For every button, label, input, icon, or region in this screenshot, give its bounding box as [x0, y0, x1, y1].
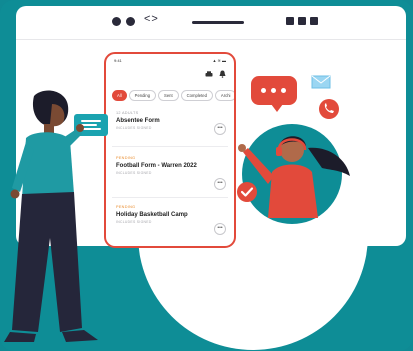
form-card[interactable]: 12 ADULTS Absentee Form INCLUDES SIGNED … — [116, 111, 228, 135]
card-tag: PENDING — [116, 205, 136, 209]
tab-all[interactable]: All — [112, 90, 127, 102]
toolbar-divider — [16, 39, 406, 40]
check-icon — [237, 182, 257, 202]
form-card[interactable]: PENDING Holiday Basketball Camp INCLUDES… — [116, 205, 228, 235]
woman-illustration — [4, 90, 98, 342]
status-time: 9:41 — [114, 58, 122, 63]
card-subtitle: INCLUDES SIGNED — [116, 171, 152, 175]
bubble-dot — [281, 88, 286, 93]
tab-sent[interactable]: Sent — [158, 90, 179, 102]
more-options-icon[interactable]: ••• — [214, 223, 226, 235]
filter-tabs: All Pending Sent Completed Archi — [112, 87, 234, 102]
card-subtitle: INCLUDES SIGNED — [116, 126, 152, 130]
card-divider — [112, 197, 228, 198]
phone-icon — [319, 99, 339, 119]
card-tag: PENDING — [116, 156, 136, 160]
chat-bubble-red — [251, 76, 297, 112]
tab-completed[interactable]: Completed — [180, 90, 213, 102]
more-options-icon[interactable]: ••• — [214, 178, 226, 190]
card-subtitle: INCLUDES SIGNED — [116, 220, 152, 224]
phone-header-icons — [205, 70, 226, 80]
window-dot-2 — [126, 17, 135, 26]
printer-icon[interactable] — [205, 71, 213, 78]
card-title: Absentee Form — [116, 118, 160, 124]
card-tag: 12 ADULTS — [116, 111, 139, 115]
headset-icon — [276, 147, 282, 156]
card-divider — [112, 146, 228, 147]
url-bar — [192, 21, 244, 24]
toolbar-square-1 — [286, 17, 294, 25]
browser-toolbar: <> — [16, 6, 406, 38]
card-title: Football Form - Warren 2022 — [116, 163, 197, 169]
envelope-icon — [311, 75, 331, 89]
window-dot-1 — [112, 17, 121, 26]
status-icons: ▲ ≋ ▬ — [212, 58, 226, 63]
illustration-scene: <> 9:41 ▲ ≋ ▬ All Pending Sent Completed… — [0, 0, 413, 351]
bell-icon[interactable] — [219, 70, 226, 78]
form-card[interactable]: PENDING Football Form - Warren 2022 INCL… — [116, 156, 228, 190]
card-title: Holiday Basketball Camp — [116, 212, 188, 218]
phone-status-bar: 9:41 ▲ ≋ ▬ — [114, 58, 226, 63]
toolbar-square-2 — [298, 17, 306, 25]
tab-archived[interactable]: Archi — [214, 90, 234, 102]
toolbar-square-3 — [310, 17, 318, 25]
more-options-icon[interactable]: ••• — [214, 123, 226, 135]
nav-arrows-icon: <> — [144, 13, 159, 25]
bubble-dot — [261, 88, 266, 93]
bubble-dot — [271, 88, 276, 93]
tab-pending[interactable]: Pending — [128, 90, 157, 102]
phone-mockup: 9:41 ▲ ≋ ▬ All Pending Sent Completed Archi … — [104, 52, 236, 248]
